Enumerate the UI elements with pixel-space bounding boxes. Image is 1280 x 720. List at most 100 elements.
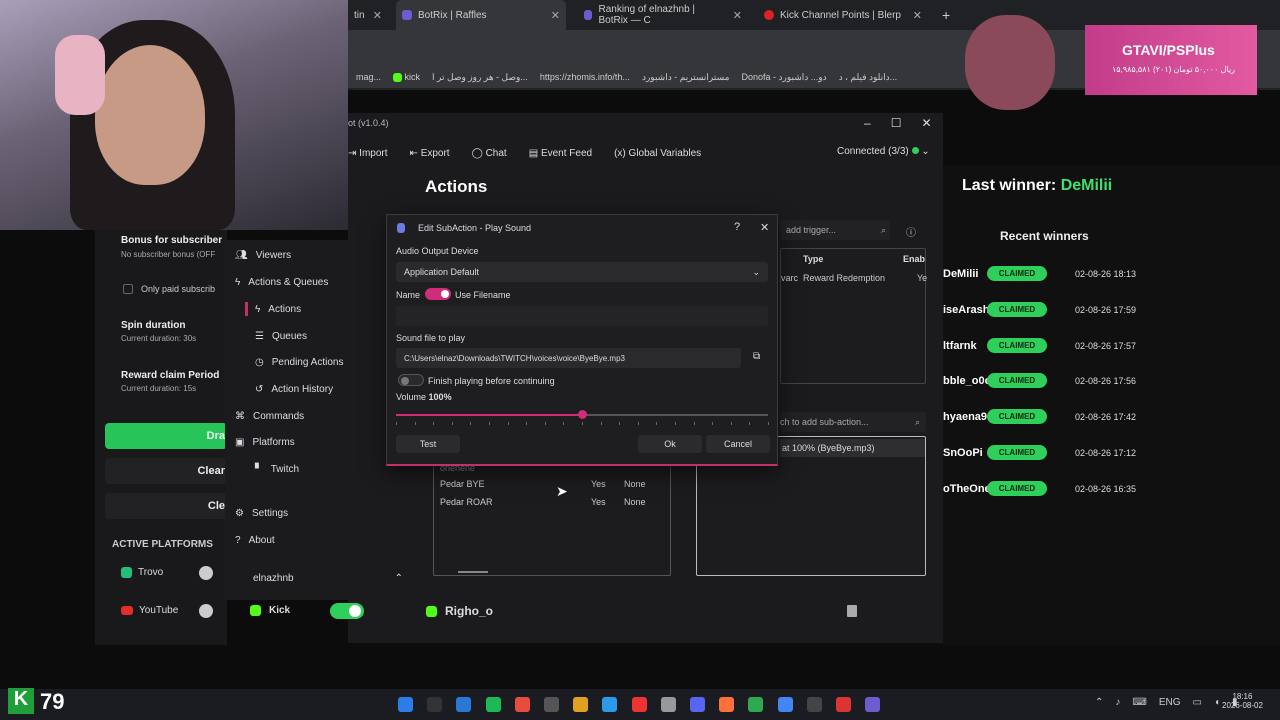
sidebar-item-actions[interactable]: ϟ Actions <box>255 304 301 315</box>
sidebar-item-queues[interactable]: ☰ Queues <box>255 331 307 342</box>
whatsapp-icon[interactable] <box>748 697 764 712</box>
close-icon[interactable]: ✕ <box>373 9 382 22</box>
tab-ranking[interactable]: Ranking of elnazhnb | BotRix — C ✕ <box>578 0 748 30</box>
clear-winners-button[interactable]: Cle <box>105 493 227 519</box>
youtube-toggle[interactable] <box>199 604 213 618</box>
sidebar-item-settings[interactable]: ⚙ Settings <box>235 508 288 519</box>
maximize-icon[interactable]: ☐ <box>891 116 902 130</box>
sidebar-item-twitch[interactable]: ▘ Twitch <box>255 464 299 475</box>
sidebar-item-viewers[interactable]: 👥︎ Viewers <box>235 250 291 261</box>
name-input[interactable] <box>396 306 768 326</box>
test-button[interactable]: Test <box>396 435 460 453</box>
close-icon[interactable]: ✕ <box>551 9 560 22</box>
cancel-button[interactable]: Cancel <box>706 435 770 453</box>
menu-label: Import <box>359 147 388 159</box>
bookmark-vasl[interactable]: وصل - هر روز وصل تر ا... <box>432 72 528 83</box>
help-icon[interactable]: ? <box>734 221 740 233</box>
windows-start-icon[interactable] <box>398 697 413 712</box>
table-row[interactable]: Pedar ROAR Yes None <box>440 497 666 507</box>
spotify-icon[interactable] <box>485 697 501 712</box>
close-icon[interactable]: ✕ <box>913 9 922 22</box>
user-selector[interactable]: elnazhnb ⌃ <box>253 573 403 584</box>
app-icon[interactable] <box>602 697 618 712</box>
close-icon[interactable]: ✕ <box>733 9 742 22</box>
bookmark-streamer[interactable]: مسترانستریم - داشبورد <box>642 72 730 83</box>
kick-toggle[interactable] <box>330 603 364 619</box>
use-filename-toggle[interactable] <box>425 288 451 300</box>
spin-sub: Current duration: 30s <box>121 334 197 343</box>
trigger-row-type[interactable]: Reward Redemption <box>803 273 885 283</box>
app-icon[interactable] <box>806 697 822 712</box>
bolt-icon: ϟ <box>235 277 241 288</box>
tab-partial[interactable]: tin ✕ <box>348 0 388 30</box>
volume-icon[interactable]: ◖ <box>1214 697 1220 708</box>
menu-chat[interactable]: ◯ Chat <box>472 148 507 159</box>
subaction-row[interactable]: at 100% (ByeBye.mp3) <box>782 443 875 453</box>
twitch-icon: ▘ <box>255 464 263 475</box>
winner-row: iseArash <box>943 300 989 320</box>
bookmark-kick[interactable]: kick <box>393 72 420 83</box>
folder-icon[interactable] <box>573 697 589 712</box>
tab-botrix-raffles[interactable]: BotRix | Raffles ✕ <box>396 0 566 30</box>
tab-blerp[interactable]: Kick Channel Points | Blerp ✕ <box>758 0 928 30</box>
subaction-search[interactable]: ch to add sub-action... ⌕ <box>780 412 926 432</box>
toggle-knob <box>401 377 409 385</box>
scrollbar[interactable] <box>458 571 488 573</box>
chrome-icon[interactable] <box>777 697 793 712</box>
chrome-icon[interactable] <box>631 697 647 712</box>
minimize-icon[interactable]: – <box>864 116 871 130</box>
mic-icon[interactable]: ♪ <box>1115 697 1120 708</box>
app-icon[interactable] <box>456 697 472 712</box>
app-icon[interactable] <box>544 697 559 712</box>
app-icon[interactable] <box>660 697 676 712</box>
obs-icon[interactable] <box>836 697 851 712</box>
trash-icon[interactable] <box>847 605 857 617</box>
trigger-row-partial: varc <box>781 273 799 283</box>
clock[interactable]: 18:16 2026-08-02 <box>1222 692 1263 710</box>
discord-icon[interactable] <box>690 697 705 712</box>
new-tab-icon[interactable]: + <box>936 0 956 30</box>
banner-subtitle: ۱۵,۹۸۵,۵۸۱ ریال ۵۰,۰۰۰ تومان (۲۰۱) <box>1112 65 1235 74</box>
info-icon[interactable]: ⓘ <box>906 224 916 239</box>
sidebar-item-commands[interactable]: ⌘ Commands <box>235 411 304 422</box>
network-icon[interactable]: ▭ <box>1193 697 1202 708</box>
draw-button[interactable]: Dra <box>105 423 227 449</box>
table-row[interactable]: Pedar BYE Yes None <box>440 479 666 489</box>
menu-event-feed[interactable]: ▤ Event Feed <box>529 148 592 159</box>
claimed-badge: CLAIMED <box>987 373 1047 389</box>
triggers-table: Type Enab varc Reward Redemption Ye <box>780 248 927 384</box>
menu-import[interactable]: ⇥ Import <box>348 148 388 159</box>
sidebar-item-platforms[interactable]: ▣ Platforms <box>235 437 295 448</box>
sound-file-input[interactable]: C:\Users\elnaz\Downloads\TWITCH\voices\v… <box>396 348 741 368</box>
app-icon[interactable] <box>514 697 530 712</box>
trovo-toggle[interactable] <box>199 566 213 580</box>
volume-slider-handle[interactable] <box>578 410 587 419</box>
close-icon[interactable]: ✕ <box>760 221 769 234</box>
finish-playing-toggle[interactable] <box>398 374 424 386</box>
sidebar-item-actions-queues[interactable]: ϟ Actions & Queues <box>235 277 328 288</box>
only-paid-checkbox[interactable] <box>123 284 133 294</box>
ok-button[interactable]: Ok <box>638 435 702 453</box>
menu-global-variables[interactable]: (x) Global Variables <box>614 148 701 159</box>
connection-status[interactable]: Connected (3/3) ⌄ <box>837 146 930 157</box>
winner-row: bble_o0o <box>943 371 991 391</box>
bookmark-movie[interactable]: دانلود فیلم ، د... <box>839 72 898 83</box>
keyboard-icon[interactable]: ⌨ <box>1132 697 1146 708</box>
firefox-icon[interactable] <box>719 697 735 712</box>
chevron-up-icon[interactable]: ⌃ <box>1095 697 1103 708</box>
menu-export[interactable]: ⇤ Export <box>410 148 450 159</box>
trigger-search[interactable]: add trigger... ⌕ <box>780 220 890 240</box>
audio-device-select[interactable]: Application Default ⌄ <box>396 262 768 282</box>
close-icon[interactable]: ✕ <box>921 116 931 130</box>
language-indicator[interactable]: ENG <box>1159 697 1181 708</box>
bookmark-partial[interactable]: mag... <box>356 72 381 82</box>
botrix-icon[interactable] <box>865 697 881 712</box>
bookmark-zhomis[interactable]: https://zhomis.info/th... <box>540 72 630 82</box>
search-icon[interactable] <box>427 697 443 712</box>
sidebar-item-action-history[interactable]: ↺ Action History <box>255 384 333 395</box>
sidebar-item-pending-actions[interactable]: ◷ Pending Actions <box>255 357 343 368</box>
open-file-icon[interactable]: ⧉ <box>753 351 760 362</box>
clear-button[interactable]: Clear <box>105 458 227 484</box>
bookmark-donofa[interactable]: Donofa - دو... داشبورد <box>741 72 826 83</box>
sidebar-item-about[interactable]: ? About <box>235 535 275 546</box>
